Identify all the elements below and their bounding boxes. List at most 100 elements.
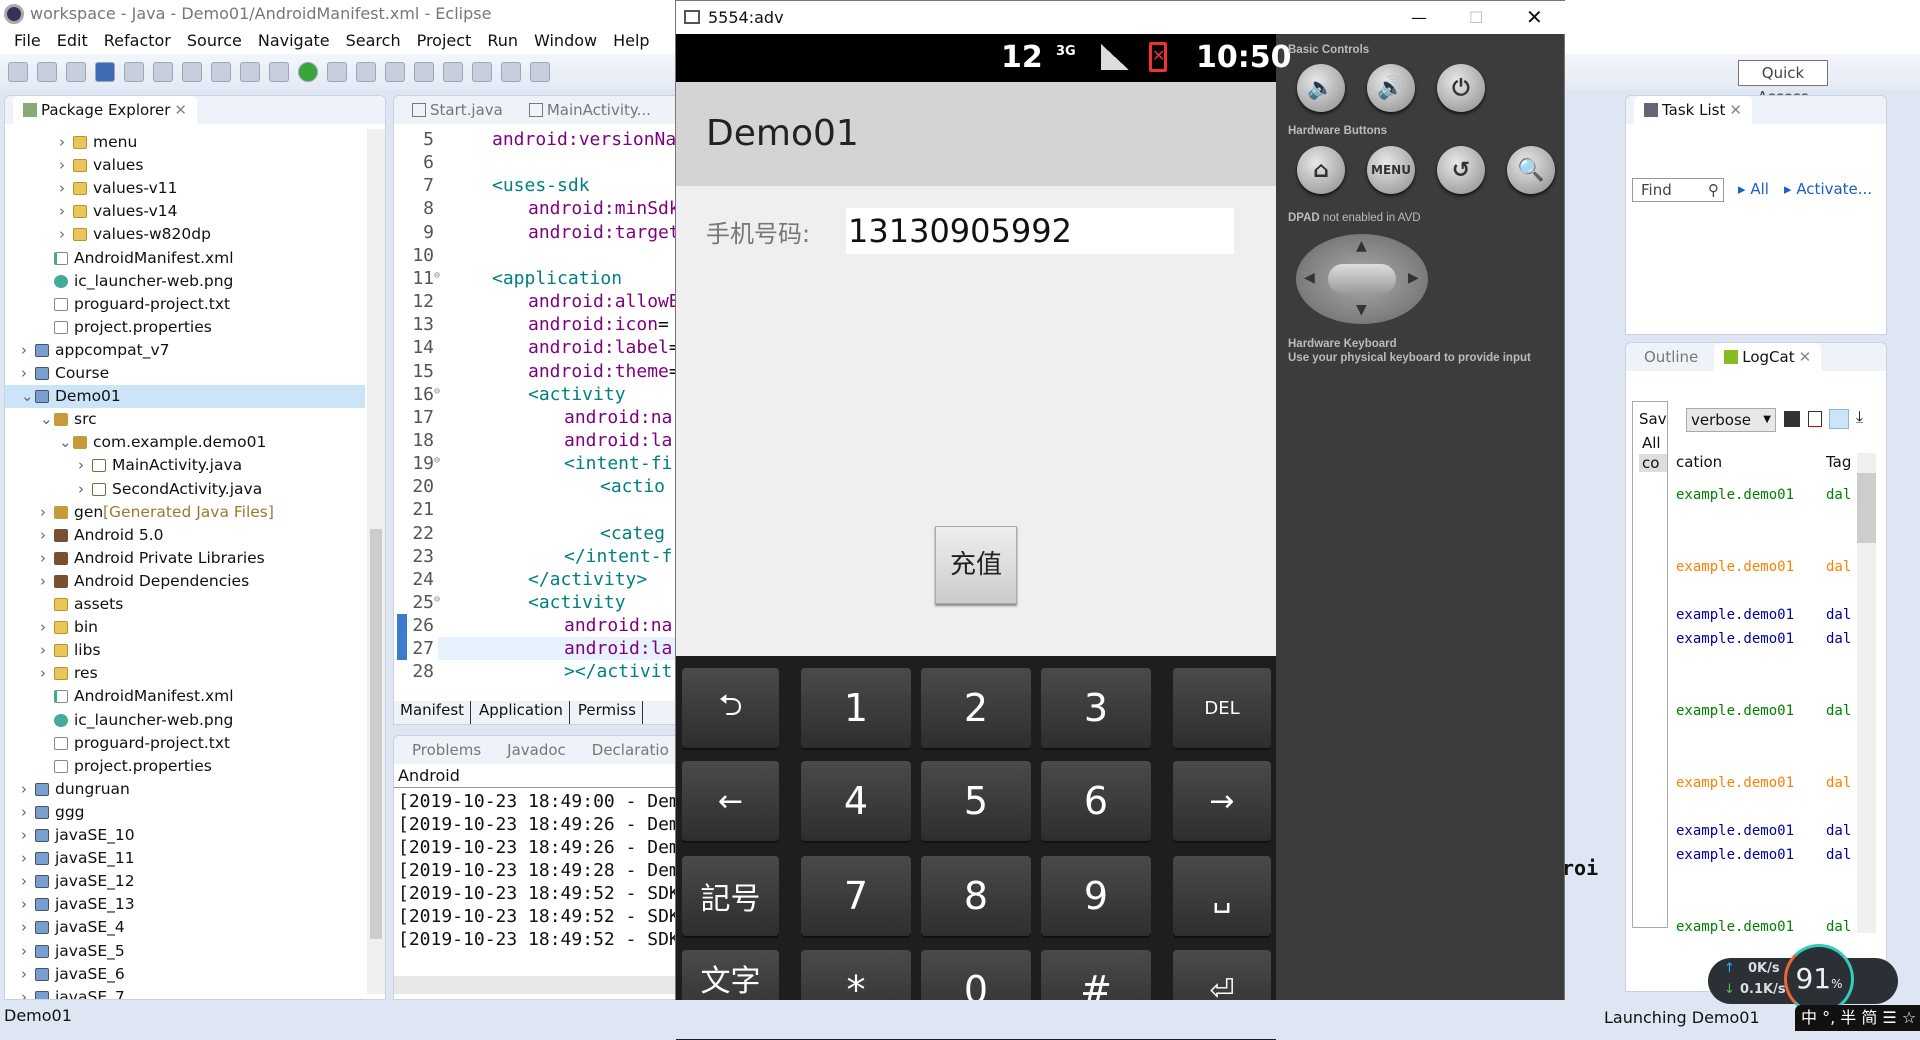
menu-navigate[interactable]: Navigate xyxy=(250,28,338,54)
tree-item[interactable]: › javaSE_13 xyxy=(5,893,365,916)
back-button[interactable]: ↺ xyxy=(1437,146,1485,194)
tree-item[interactable]: › menu xyxy=(5,131,365,154)
tree-item[interactable]: › values xyxy=(5,154,365,177)
key[interactable]: 9 xyxy=(1041,856,1151,936)
tree-item[interactable]: › javaSE_6 xyxy=(5,963,365,986)
activate-link[interactable]: ▸ Activate... xyxy=(1784,180,1872,198)
tree-item[interactable]: › Android Private Libraries xyxy=(5,547,365,570)
save-all-icon[interactable] xyxy=(66,62,86,82)
new-class-icon[interactable] xyxy=(385,62,405,82)
key[interactable]: ␣ xyxy=(1173,856,1271,936)
chevron-right-icon[interactable]: › xyxy=(40,616,52,639)
tree-item[interactable]: proguard-project.txt xyxy=(5,732,365,755)
tab-application[interactable]: Application xyxy=(479,701,570,724)
menu-run[interactable]: Run xyxy=(479,28,526,54)
chevron-right-icon[interactable]: › xyxy=(59,200,71,223)
tree-item[interactable]: assets xyxy=(5,593,365,616)
dpad-left-icon[interactable]: ◀ xyxy=(1304,270,1315,286)
chevron-right-icon[interactable]: › xyxy=(21,916,33,939)
chevron-right-icon[interactable]: › xyxy=(78,454,90,477)
tab-javadoc[interactable]: Javadoc xyxy=(497,736,576,764)
tree-item[interactable]: › values-w820dp xyxy=(5,223,365,246)
chevron-right-icon[interactable]: › xyxy=(40,524,52,547)
ime-toolbar[interactable]: 中 °, 半 简 ☰ ☆ xyxy=(1795,1005,1920,1031)
chevron-right-icon[interactable]: › xyxy=(21,986,33,999)
tree-item[interactable]: AndroidManifest.xml xyxy=(5,685,365,708)
menu-source[interactable]: Source xyxy=(179,28,250,54)
menu-button[interactable]: MENU xyxy=(1367,146,1415,194)
run-icon[interactable] xyxy=(298,62,318,82)
new-android-icon[interactable] xyxy=(240,62,260,82)
chevron-right-icon[interactable]: › xyxy=(21,847,33,870)
tree-item[interactable]: › Android Dependencies xyxy=(5,570,365,593)
tab-manifest[interactable]: Manifest xyxy=(400,701,472,724)
console-hscrollbar[interactable] xyxy=(394,976,682,994)
dpad[interactable]: ▲ ▼ ◀ ▶ xyxy=(1296,234,1428,324)
filter-all-link[interactable]: ▸ All xyxy=(1738,180,1769,198)
tab-package-explorer[interactable]: Package Explorer ✕ xyxy=(13,96,197,124)
key[interactable]: 1 xyxy=(801,668,911,748)
chevron-right-icon[interactable]: › xyxy=(40,547,52,570)
tree-item[interactable]: › res xyxy=(5,662,365,685)
save-icon[interactable] xyxy=(37,62,57,82)
tab-task-list[interactable]: Task List ✕ xyxy=(1634,96,1752,124)
chevron-right-icon[interactable]: › xyxy=(40,639,52,662)
tab-permiss[interactable]: Permiss xyxy=(578,701,643,724)
tree-scrollbar[interactable] xyxy=(367,129,385,994)
tree-item[interactable]: › javaSE_5 xyxy=(5,940,365,963)
menu-window[interactable]: Window xyxy=(526,28,605,54)
chevron-right-icon[interactable]: › xyxy=(40,570,52,593)
fold-icon[interactable]: ⊖ xyxy=(434,270,440,281)
menu-project[interactable]: Project xyxy=(409,28,480,54)
chevron-right-icon[interactable]: › xyxy=(21,963,33,986)
tree-item[interactable]: › ggg xyxy=(5,801,365,824)
log-row-application[interactable]: example.demo01 xyxy=(1676,559,1794,575)
chevron-down-icon[interactable]: ⌄ xyxy=(59,431,72,454)
logcat-scrollbar[interactable] xyxy=(1857,453,1876,933)
key[interactable]: 7 xyxy=(801,856,911,936)
close-icon[interactable]: ✕ xyxy=(174,96,187,124)
log-row-tag[interactable]: dal xyxy=(1826,847,1851,863)
tree-item[interactable]: AndroidManifest.xml xyxy=(5,247,365,270)
key[interactable]: 5 xyxy=(921,761,1031,841)
chevron-right-icon[interactable]: › xyxy=(40,662,52,685)
dpad-center[interactable] xyxy=(1328,264,1396,294)
key[interactable]: 8 xyxy=(921,856,1031,936)
phone-input[interactable]: 13130905992 xyxy=(846,208,1234,254)
volume-up-button[interactable]: 🔊 xyxy=(1367,64,1415,112)
terminal-icon[interactable] xyxy=(95,62,115,82)
menu-refactor[interactable]: Refactor xyxy=(96,28,179,54)
chevron-right-icon[interactable]: › xyxy=(21,824,33,847)
log-row-tag[interactable]: dal xyxy=(1826,559,1851,575)
log-row-application[interactable]: example.demo01 xyxy=(1676,823,1794,839)
tree-item[interactable]: ic_launcher-web.png xyxy=(5,709,365,732)
external-tools-icon[interactable] xyxy=(327,62,347,82)
key[interactable]: → xyxy=(1173,761,1271,841)
tree-item[interactable]: › javaSE_11 xyxy=(5,847,365,870)
chevron-right-icon[interactable]: › xyxy=(59,131,71,154)
log-row-application[interactable]: example.demo01 xyxy=(1676,487,1794,503)
key[interactable]: 記号 xyxy=(682,856,779,936)
log-row-tag[interactable]: dal xyxy=(1826,607,1851,623)
menu-edit[interactable]: Edit xyxy=(49,28,96,54)
next-annotation-icon[interactable] xyxy=(501,62,521,82)
tree-item[interactable]: › SecondActivity.java xyxy=(5,478,365,501)
log-row-tag[interactable]: dal xyxy=(1826,775,1851,791)
tree-item[interactable]: › MainActivity.java xyxy=(5,454,365,477)
new-java-package-icon[interactable] xyxy=(356,62,376,82)
tree-item[interactable]: ⌄ Demo01 xyxy=(5,385,365,409)
dpad-down-icon[interactable]: ▼ xyxy=(1356,302,1367,318)
maximize-button[interactable]: ☐ xyxy=(1469,1,1483,34)
tree-item[interactable]: ic_launcher-web.png xyxy=(5,270,365,293)
tree-item[interactable]: proguard-project.txt xyxy=(5,293,365,316)
key[interactable]: 3 xyxy=(1041,668,1151,748)
home-button[interactable]: ⌂ xyxy=(1297,146,1345,194)
power-button[interactable]: ⏻ xyxy=(1437,64,1485,112)
avd-manager-icon[interactable] xyxy=(182,62,202,82)
fold-icon[interactable]: ⊖ xyxy=(434,594,440,605)
chevron-right-icon[interactable]: › xyxy=(21,940,33,963)
sdk-manager-icon[interactable] xyxy=(153,62,173,82)
chevron-right-icon[interactable]: › xyxy=(21,893,33,916)
tab-problems[interactable]: Problems xyxy=(402,736,491,764)
volume-down-button[interactable]: 🔈 xyxy=(1297,64,1345,112)
